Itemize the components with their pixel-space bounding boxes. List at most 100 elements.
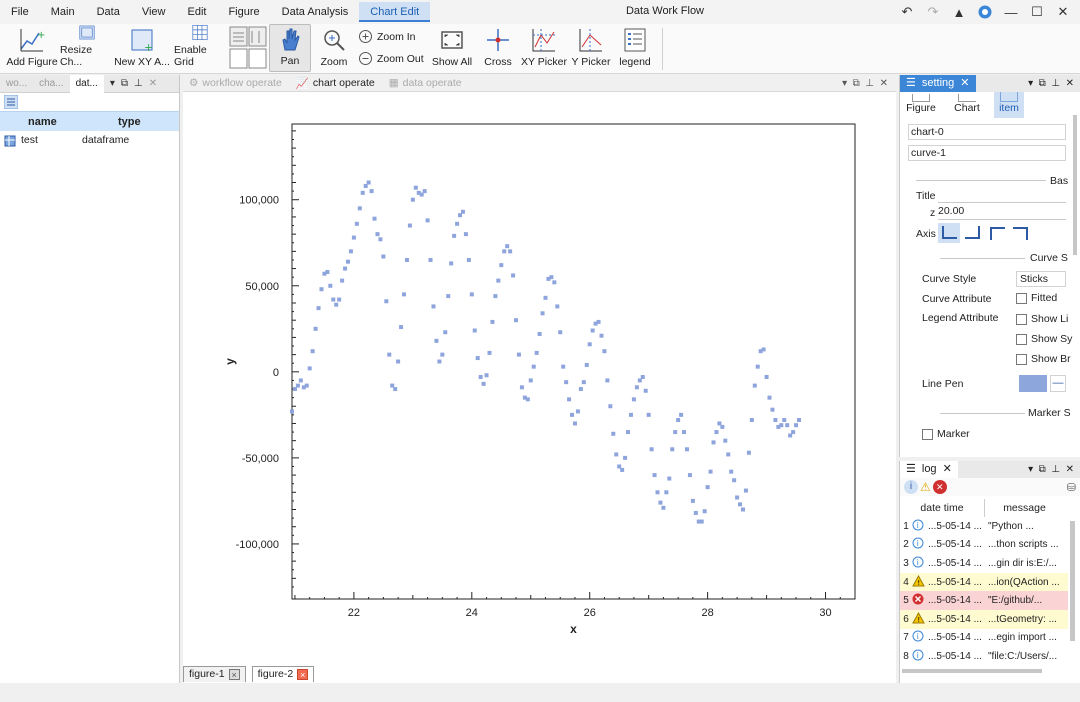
menu-view[interactable]: View [131, 2, 177, 22]
zoom-button[interactable]: Zoom [314, 24, 354, 72]
pin-icon[interactable]: ⊥ [134, 78, 143, 89]
table-row[interactable]: test dataframe [0, 131, 179, 150]
y-picker-button[interactable]: Y Picker [570, 24, 612, 72]
float-icon[interactable]: ⧉ [121, 78, 128, 89]
log-row[interactable]: 4! ...5-05-14 ... ...ion(QAction ... [900, 572, 1068, 592]
log-row[interactable]: 5 ...5-05-14 ... "E:/github/... [900, 591, 1068, 610]
list-view-icon[interactable] [3, 94, 19, 110]
menu-data[interactable]: Data [86, 2, 131, 22]
close-icon[interactable]: ✕ [943, 461, 952, 478]
tab-data[interactable]: dat... [69, 74, 104, 93]
redo-icon[interactable]: ↷ [922, 2, 944, 22]
axis-left-bottom-icon[interactable] [938, 223, 960, 243]
cross-button[interactable]: Cross [478, 24, 518, 72]
log-row[interactable]: 7 i ...5-05-14 ... ...egin import ... [900, 629, 1068, 648]
column-date-time[interactable]: date time [900, 499, 984, 517]
log-row[interactable]: 3 i ...5-05-14 ... ...gin dir is:E:/... [900, 554, 1068, 573]
menu-file[interactable]: File [0, 2, 40, 22]
scrollbar[interactable] [1070, 521, 1075, 641]
show-li-checkbox[interactable]: Show Li [1016, 313, 1068, 325]
marker-checkbox[interactable]: Marker [922, 428, 970, 440]
error-filter-icon[interactable]: ✕ [932, 480, 947, 494]
show-br-checkbox[interactable]: Show Br [1016, 353, 1071, 365]
figure-1-label: figure-1 [189, 668, 225, 680]
tab-workflow-operate[interactable]: ⚙ workflow operate [189, 77, 282, 89]
show-sy-checkbox[interactable]: Show Sy [1016, 333, 1072, 345]
xy-picker-button[interactable]: XY Picker [521, 24, 567, 72]
pan-button[interactable]: Pan [269, 24, 311, 72]
data-point [396, 359, 401, 364]
menu-main[interactable]: Main [40, 2, 86, 22]
add-figure-button[interactable]: + Add Figure [4, 24, 60, 72]
new-xy-axis-button[interactable]: + New XY A... [114, 24, 170, 72]
tab-figure-2[interactable]: figure-2 × [251, 666, 315, 682]
tab-data-operate[interactable]: ▦ data operate [389, 77, 462, 89]
column-message[interactable]: message [984, 499, 1064, 517]
setting-dock-controls[interactable]: ▾ ⧉ ⊥ ✕ [1028, 78, 1074, 89]
log-dock-controls[interactable]: ▾ ⧉ ⊥ ✕ [1028, 464, 1074, 475]
curve-name-field[interactable]: curve-1 [908, 145, 1066, 161]
close-icon[interactable]: × [228, 669, 240, 680]
z-input[interactable]: 20.00 [938, 205, 1066, 220]
y-tick-label: 100,000 [239, 195, 279, 207]
scrollbar[interactable] [1073, 115, 1077, 255]
subtab-figure[interactable]: Figure [906, 94, 936, 118]
dropdown-icon[interactable]: ▾ [110, 78, 115, 89]
subtab-item[interactable]: item [994, 92, 1024, 118]
legend-button[interactable]: legend [616, 24, 654, 72]
data-point [437, 359, 442, 364]
chart-name-field[interactable]: chart-0 [908, 124, 1066, 140]
warning-filter-icon[interactable]: ⚠ [920, 480, 931, 494]
tab-chart-operate[interactable]: 📈 chart operate [296, 77, 375, 90]
theme-icon[interactable] [974, 2, 996, 22]
close-window-icon[interactable]: ✕ [1052, 2, 1074, 22]
show-all-icon [441, 31, 463, 49]
maximize-icon[interactable]: ☐ [1026, 2, 1048, 22]
close-icon[interactable]: ✕ [960, 75, 969, 92]
layout-icon[interactable] [229, 26, 267, 70]
tab-setting[interactable]: ☰ setting ✕ [900, 75, 976, 92]
horizontal-scrollbar[interactable] [902, 669, 1042, 673]
log-row[interactable]: 8 i ...5-05-14 ... "file:C:/Users/... [900, 647, 1068, 666]
scatter-chart[interactable]: 22 24 26 28 30 -100,000 -50,000 0 50,000 100,000 x… [183, 92, 896, 682]
close-icon[interactable]: ✕ [149, 78, 157, 89]
show-all-button[interactable]: Show All [430, 24, 474, 72]
curve-style-select[interactable]: Sticks [1016, 271, 1066, 287]
item-icon [1000, 92, 1018, 102]
menu-edit[interactable]: Edit [176, 2, 217, 22]
fitted-checkbox[interactable]: Fitted [1016, 292, 1057, 304]
undo-icon[interactable]: ↶ [896, 2, 918, 22]
axis-right-top-icon[interactable] [1010, 223, 1032, 243]
close-icon[interactable]: × [297, 669, 309, 680]
axis-right-bottom-icon[interactable] [962, 223, 984, 243]
column-name[interactable]: name [0, 112, 80, 131]
menu-chart-edit[interactable]: Chart Edit [359, 2, 431, 22]
enable-grid-button[interactable]: Enable Grid [174, 24, 226, 72]
subtab-chart[interactable]: Chart [952, 94, 982, 118]
log-row[interactable]: 6! ...5-05-14 ... ...tGeometry: ... [900, 610, 1068, 629]
tab-figure-1[interactable]: figure-1 × [183, 666, 246, 682]
tab-workflow[interactable]: wo... [0, 78, 33, 89]
axis-left-top-icon[interactable] [986, 223, 1008, 243]
title-input[interactable] [938, 188, 1066, 203]
log-row[interactable]: 1 i ...5-05-14 ... "Python ... [900, 517, 1068, 536]
data-point [446, 294, 451, 299]
grid-icon [192, 24, 208, 41]
menu-figure[interactable]: Figure [217, 2, 270, 22]
data-point [667, 476, 672, 481]
clear-log-icon[interactable]: ⛁ [1067, 481, 1076, 494]
zoom-out-button[interactable]: Zoom Out [358, 51, 424, 66]
tab-chart[interactable]: cha... [33, 78, 69, 89]
zoom-in-button[interactable]: Zoom In [358, 29, 416, 44]
minimize-icon[interactable]: — [1000, 2, 1022, 22]
menu-data-analysis[interactable]: Data Analysis [271, 2, 360, 22]
resize-chart-button[interactable]: Resize Ch... [60, 24, 114, 72]
center-dock-controls[interactable]: ▾ ⧉ ⊥ ✕ [842, 78, 888, 89]
column-type[interactable]: type [80, 112, 160, 131]
collapse-ribbon-icon[interactable]: ▲ [948, 2, 970, 22]
line-pen-color-button[interactable] [1019, 375, 1047, 392]
line-pen-style-button[interactable]: — [1050, 375, 1066, 392]
tab-log[interactable]: ☰ log ✕ [900, 461, 958, 478]
info-filter-icon[interactable]: i [904, 480, 918, 494]
log-row[interactable]: 2 i ...5-05-14 ... ...thon scripts ... [900, 536, 1068, 555]
